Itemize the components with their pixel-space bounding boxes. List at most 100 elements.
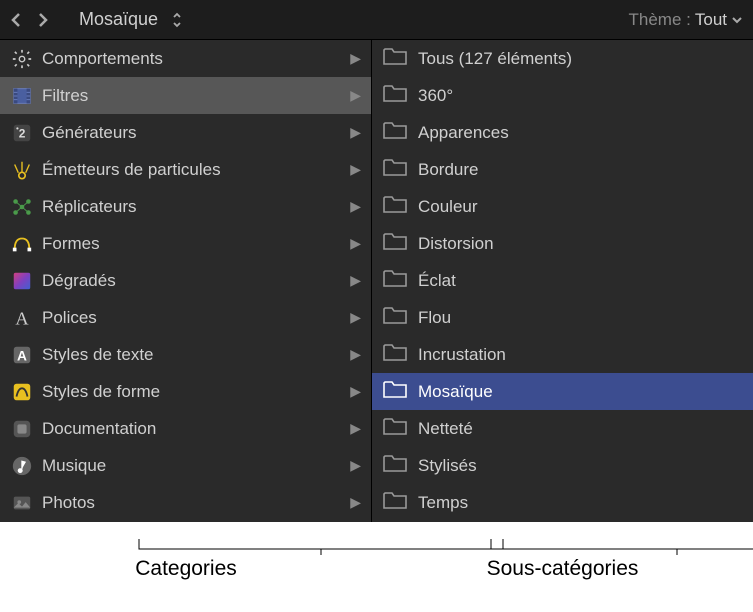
subcategory-label: Tous (127 éléments) — [418, 49, 743, 69]
category-label: Photos — [42, 493, 350, 513]
shape-icon — [10, 232, 34, 256]
category-label: Réplicateurs — [42, 197, 350, 217]
category-item[interactable]: Dégradés▶ — [0, 262, 371, 299]
category-item[interactable]: 2Générateurs▶ — [0, 114, 371, 151]
subcategory-item[interactable]: Netteté — [372, 410, 753, 447]
disclosure-triangle-icon: ▶ — [350, 87, 361, 104]
nav-arrows — [10, 12, 49, 28]
category-item[interactable]: Photos▶ — [0, 484, 371, 521]
subcategory-item[interactable]: Éclat — [372, 262, 753, 299]
subcategory-label: Bordure — [418, 160, 743, 180]
category-label: Comportements — [42, 49, 350, 69]
bracket-icon — [135, 537, 507, 555]
subcategory-label: Netteté — [418, 419, 743, 439]
particle-icon — [10, 158, 34, 182]
photos-icon — [10, 491, 34, 515]
gradient-icon — [10, 269, 34, 293]
disclosure-triangle-icon: ▶ — [350, 50, 361, 67]
disclosure-triangle-icon: ▶ — [350, 457, 361, 474]
subcategory-label: Incrustation — [418, 345, 743, 365]
category-item[interactable]: Réplicateurs▶ — [0, 188, 371, 225]
category-label: Styles de forme — [42, 382, 350, 402]
disclosure-triangle-icon: ▶ — [350, 161, 361, 178]
category-label: Générateurs — [42, 123, 350, 143]
forward-button[interactable] — [37, 12, 49, 28]
categories-panel: Comportements▶Filtres▶2Générateurs▶Émett… — [0, 40, 372, 522]
svg-text:2: 2 — [19, 126, 26, 140]
subcategory-item[interactable]: Bordure — [372, 151, 753, 188]
subcategory-label: Couleur — [418, 197, 743, 217]
subcategory-label: Temps — [418, 493, 743, 513]
category-label: Dégradés — [42, 271, 350, 291]
subcategory-label: Mosaïque — [418, 382, 743, 402]
category-item[interactable]: Musique▶ — [0, 447, 371, 484]
subcategory-item[interactable]: Incrustation — [372, 336, 753, 373]
category-label: Émetteurs de particules — [42, 160, 350, 180]
bracket-icon — [487, 537, 753, 555]
subcategory-item[interactable]: Mosaïque — [372, 373, 753, 410]
category-label: Polices — [42, 308, 350, 328]
svg-text:A: A — [15, 308, 29, 328]
generator-icon: 2 — [10, 121, 34, 145]
category-label: Musique — [42, 456, 350, 476]
category-item[interactable]: Formes▶ — [0, 225, 371, 262]
disclosure-triangle-icon: ▶ — [350, 346, 361, 363]
category-item[interactable]: Documentation▶ — [0, 410, 371, 447]
category-item[interactable]: Comportements▶ — [0, 40, 371, 77]
chevron-down-icon — [731, 14, 743, 26]
subcategory-label: Flou — [418, 308, 743, 328]
shape-style-icon — [10, 380, 34, 404]
category-label: Filtres — [42, 86, 350, 106]
svg-text:A: A — [17, 348, 27, 363]
subcategory-label: 360° — [418, 86, 743, 106]
film-icon — [10, 84, 34, 108]
category-label: Styles de texte — [42, 345, 350, 365]
category-item[interactable]: Émetteurs de particules▶ — [0, 151, 371, 188]
folder-icon — [382, 120, 418, 145]
subcategory-item[interactable]: Apparences — [372, 114, 753, 151]
folder-icon — [382, 46, 418, 71]
category-label: Documentation — [42, 419, 350, 439]
folder-icon — [382, 305, 418, 330]
path-stepper-icon[interactable] — [172, 11, 182, 29]
music-icon — [10, 454, 34, 478]
category-item[interactable]: Styles de forme▶ — [0, 373, 371, 410]
theme-selector[interactable]: Thème : Tout — [629, 10, 744, 30]
folder-icon — [382, 416, 418, 441]
folder-icon — [382, 379, 418, 404]
subcategory-item[interactable]: Tous (127 éléments) — [372, 40, 753, 77]
back-button[interactable] — [10, 12, 22, 28]
disclosure-triangle-icon: ▶ — [350, 420, 361, 437]
category-item[interactable]: Contenu▶ — [0, 521, 371, 522]
subcategory-item[interactable]: 360° — [372, 77, 753, 114]
replicator-icon — [10, 195, 34, 219]
subcategory-label: Distorsion — [418, 234, 743, 254]
path-title[interactable]: Mosaïque — [79, 9, 158, 30]
folder-icon — [382, 342, 418, 367]
category-item[interactable]: A Styles de texte▶ — [0, 336, 371, 373]
subcategories-panel: Tous (127 éléments) 360° Apparences Bordure… — [372, 40, 753, 522]
theme-label: Thème : — [629, 10, 691, 30]
browser-panels: Comportements▶Filtres▶2Générateurs▶Émett… — [0, 40, 753, 522]
font-a-icon: A — [10, 306, 34, 330]
disclosure-triangle-icon: ▶ — [350, 198, 361, 215]
subcategory-item[interactable]: Flou — [372, 299, 753, 336]
theme-value: Tout — [695, 10, 727, 30]
disclosure-triangle-icon: ▶ — [350, 235, 361, 252]
subcategory-item[interactable]: Temps — [372, 484, 753, 521]
subcategory-item[interactable]: Distorsion — [372, 225, 753, 262]
folder-icon — [382, 157, 418, 182]
folder-icon — [382, 453, 418, 478]
subcategory-item[interactable]: Vidéo — [372, 521, 753, 522]
disclosure-triangle-icon: ▶ — [350, 494, 361, 511]
disclosure-triangle-icon: ▶ — [350, 309, 361, 326]
subcategories-annotation: Sous-catégories — [372, 557, 753, 581]
category-item[interactable]: A Polices▶ — [0, 299, 371, 336]
subcategory-item[interactable]: Stylisés — [372, 447, 753, 484]
category-label: Formes — [42, 234, 350, 254]
text-style-icon: A — [10, 343, 34, 367]
folder-icon — [382, 194, 418, 219]
subcategory-item[interactable]: Couleur — [372, 188, 753, 225]
category-item[interactable]: Filtres▶ — [0, 77, 371, 114]
subcategory-label: Éclat — [418, 271, 743, 291]
